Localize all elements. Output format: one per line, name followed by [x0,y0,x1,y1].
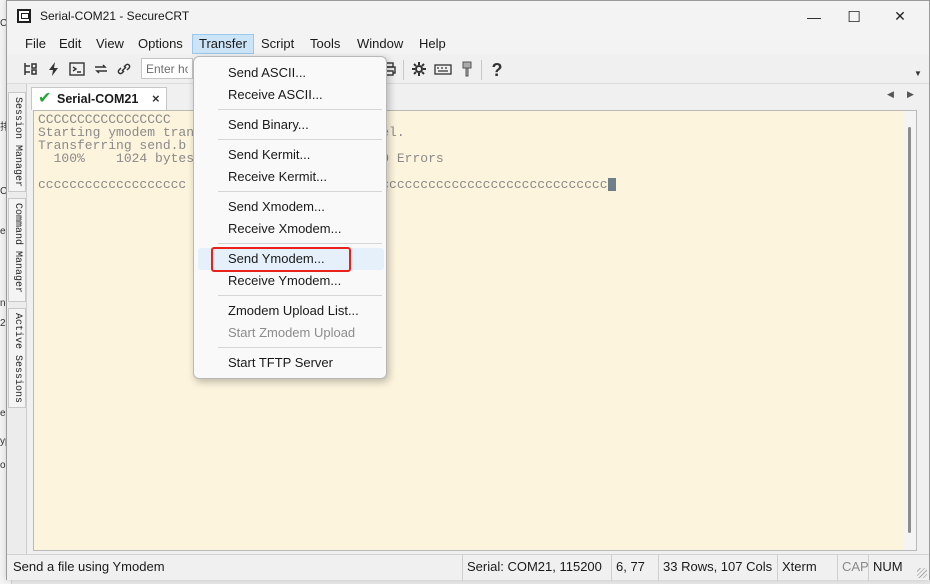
terminal-area[interactable]: CCCCCCCCCCCCCCCCC Starting ymodem tran a… [33,110,917,551]
menu-help[interactable]: Help [413,34,452,54]
toolbar: ? ▼ [7,54,929,84]
transfer-menu-dropdown: Send ASCII... Receive ASCII... Send Bina… [193,56,387,379]
menu-item-send-xmodem[interactable]: Send Xmodem... [198,196,384,218]
menu-file[interactable]: File [19,34,52,54]
menu-window[interactable]: Window [351,34,409,54]
window-title: Serial-COM21 - SecureCRT [40,9,190,23]
active-sessions-tab[interactable]: Active Sessions [8,308,26,408]
key-agent-icon[interactable] [458,61,476,79]
menu-view[interactable]: View [90,34,130,54]
menu-item-receive-xmodem[interactable]: Receive Xmodem... [198,218,384,240]
status-serial: Serial: COM21, 115200 [462,555,606,581]
menu-item-start-tftp-server[interactable]: Start TFTP Server [198,352,384,374]
session-manager-tab[interactable]: Session Manager [8,92,26,192]
gear-icon[interactable] [410,61,428,79]
status-bar: Send a file using Ymodem Serial: COM21, … [7,554,929,581]
terminal-prompt-icon[interactable] [68,61,86,79]
menu-separator [218,347,382,348]
menu-tools[interactable]: Tools [304,34,346,54]
menu-item-send-binary[interactable]: Send Binary... [198,114,384,136]
help-question-icon[interactable]: ? [488,61,506,79]
session-tab-label: Serial-COM21 [57,92,139,106]
session-tab-serial-com21[interactable]: ✔ Serial-COM21 × [31,87,167,110]
toolbar-overflow-chevron-icon[interactable]: ▼ [909,65,927,83]
menu-bar: File Edit View Options Transfer Script T… [7,32,929,54]
tab-close-icon[interactable]: × [152,90,160,108]
status-message: Send a file using Ymodem [13,559,165,574]
terminal-scrollbar-thumb[interactable] [908,127,911,533]
menu-separator [218,109,382,110]
connect-tree-icon[interactable] [21,61,39,79]
resize-grip[interactable] [917,568,927,578]
toolbar-separator [481,60,482,80]
menu-item-receive-ascii[interactable]: Receive ASCII... [198,84,384,106]
toolbar-separator [403,60,404,80]
menu-item-receive-ymodem[interactable]: Receive Ymodem... [198,270,384,292]
menu-separator [218,191,382,192]
tab-scroll-right-icon[interactable]: ▶ [907,89,914,100]
menu-item-send-ascii[interactable]: Send ASCII... [198,62,384,84]
connected-check-icon: ✔ [38,90,52,107]
menu-transfer[interactable]: Transfer [192,34,254,54]
menu-item-receive-kermit[interactable]: Receive Kermit... [198,166,384,188]
status-terminal-size: 33 Rows, 107 Cols [658,555,776,581]
command-manager-tab[interactable]: Command Manager [8,198,26,302]
menu-edit[interactable]: Edit [53,34,87,54]
send-ymodem-highlight-box [211,247,351,272]
menu-item-zmodem-upload-list[interactable]: Zmodem Upload List... [198,300,384,322]
menu-separator [218,295,382,296]
reconnect-icon[interactable] [92,61,110,79]
menu-script[interactable]: Script [255,34,300,54]
disconnect-link-icon[interactable] [115,61,133,79]
menu-item-start-zmodem-upload: Start Zmodem Upload [228,325,356,340]
menu-separator [218,139,382,140]
close-button[interactable]: ✕ [877,1,923,32]
quick-connect-lightning-icon[interactable] [45,61,63,79]
status-terminal-type: Xterm [777,555,821,581]
host-input[interactable] [141,58,193,79]
securecrt-window: Serial-COM21 - SecureCRT — ☐ ✕ File Edit… [6,0,930,581]
menu-options[interactable]: Options [132,34,189,54]
securecrt-app-icon [17,9,31,23]
status-num-lock: NUM [868,555,907,581]
session-tab-strip: ✔ Serial-COM21 × ◀ ▶ [27,84,929,110]
terminal-scrollbar[interactable] [904,111,916,550]
terminal-cursor [607,178,616,191]
maximize-button[interactable]: ☐ [831,1,877,32]
title-bar[interactable]: Serial-COM21 - SecureCRT — ☐ ✕ [7,1,929,32]
menu-separator [218,243,382,244]
tab-scroll-left-icon[interactable]: ◀ [887,89,894,100]
status-cursor-position: 6, 77 [611,555,649,581]
keymap-icon[interactable] [434,61,452,79]
dock-sidebar: Session Manager Command Manager Active S… [7,84,27,554]
menu-item-send-kermit[interactable]: Send Kermit... [198,144,384,166]
